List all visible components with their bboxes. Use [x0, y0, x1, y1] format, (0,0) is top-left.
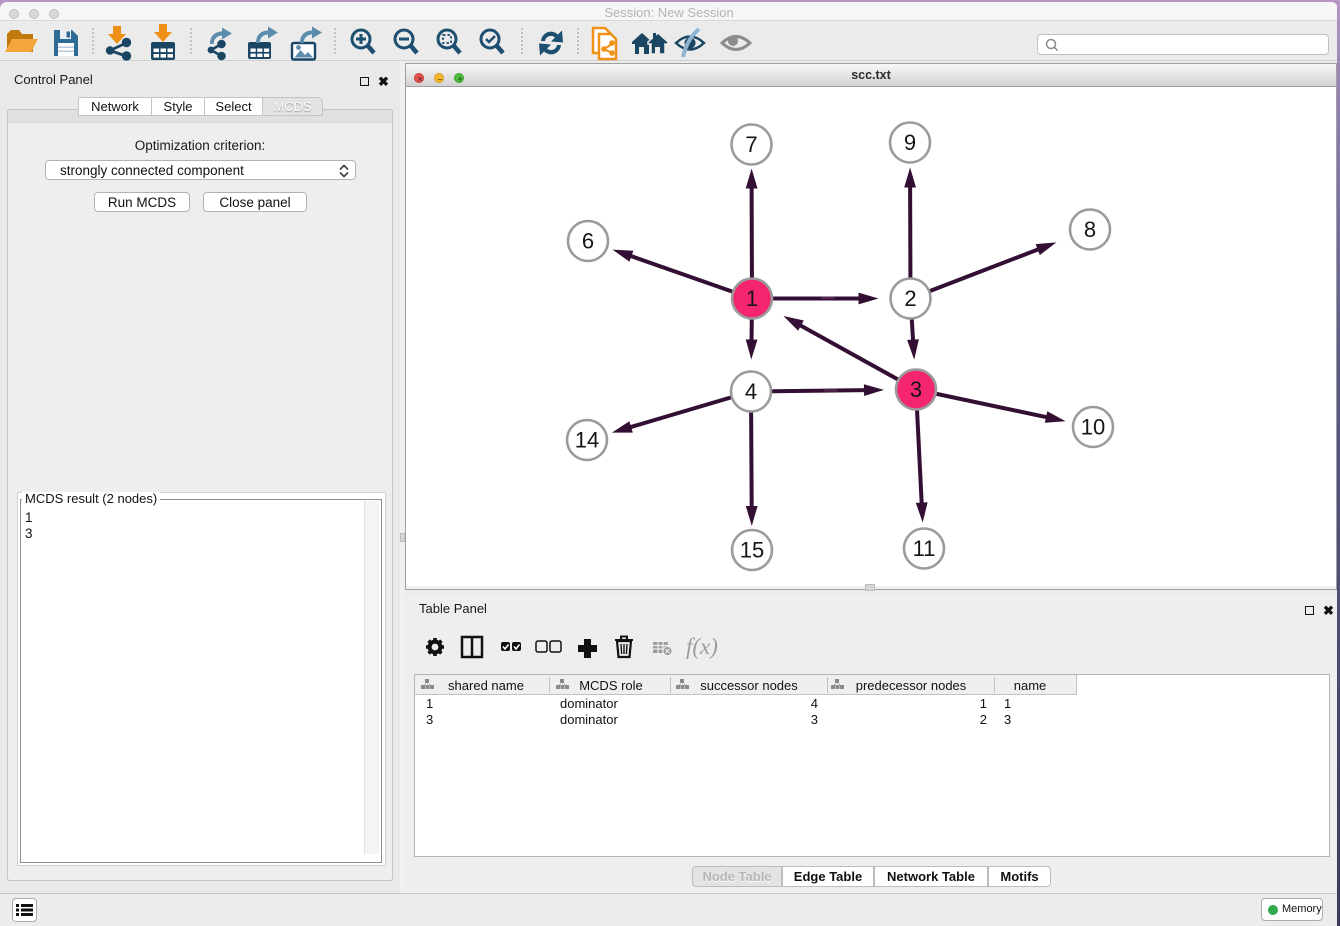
svg-text:4: 4	[745, 379, 757, 404]
svg-text:14: 14	[575, 428, 599, 453]
svg-text:15: 15	[740, 538, 764, 563]
svg-text:2: 2	[904, 286, 916, 311]
svg-text:9: 9	[904, 130, 916, 155]
svg-text:7: 7	[745, 132, 757, 157]
svg-text:11: 11	[913, 536, 936, 561]
svg-text:3: 3	[910, 377, 922, 402]
svg-text:8: 8	[1084, 217, 1096, 242]
svg-text:1: 1	[746, 286, 758, 311]
svg-text:6: 6	[582, 229, 594, 254]
svg-text:f(x): f(x)	[686, 634, 718, 659]
svg-text:10: 10	[1081, 415, 1105, 440]
